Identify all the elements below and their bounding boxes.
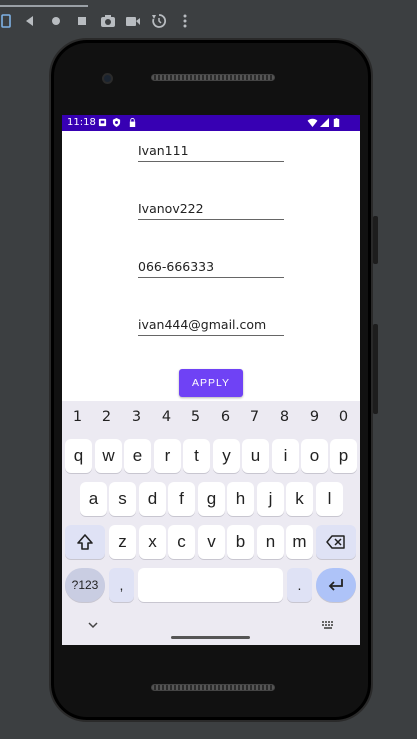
home-indicator[interactable]	[171, 636, 250, 639]
key-j[interactable]: j	[257, 482, 284, 516]
notification-icon	[98, 118, 107, 127]
key-l[interactable]: l	[316, 482, 343, 516]
keyboard-nav-bar	[62, 609, 360, 645]
toolbar-strip	[0, 5, 88, 7]
key-5[interactable]: 5	[181, 403, 210, 431]
keyboard-icon[interactable]	[321, 620, 335, 630]
key-y[interactable]: y	[213, 439, 240, 473]
key-2[interactable]: 2	[92, 403, 121, 431]
enter-icon	[328, 579, 343, 591]
phone-field[interactable]: 066-666333	[138, 258, 284, 278]
key-h[interactable]: h	[227, 482, 254, 516]
key-m[interactable]: m	[286, 525, 313, 559]
video-icon[interactable]	[125, 13, 141, 29]
key-7[interactable]: 7	[240, 403, 269, 431]
key-c[interactable]: c	[168, 525, 195, 559]
home-icon[interactable]	[48, 13, 64, 29]
key-1[interactable]: 1	[63, 403, 92, 431]
first-name-field[interactable]: Ivan111	[138, 142, 284, 162]
volume-button[interactable]	[373, 324, 378, 414]
camera-icon[interactable]	[100, 13, 116, 29]
battery-icon	[333, 118, 340, 127]
power-button[interactable]	[373, 216, 378, 264]
overview-icon[interactable]	[74, 13, 90, 29]
key-g[interactable]: g	[198, 482, 225, 516]
key-o[interactable]: o	[301, 439, 328, 473]
status-time: 11:18	[67, 117, 96, 128]
key-a[interactable]: a	[80, 482, 107, 516]
signal-icon	[320, 118, 329, 127]
shift-key[interactable]	[65, 525, 105, 559]
key-u[interactable]: u	[242, 439, 269, 473]
front-camera	[102, 73, 113, 84]
number-row: 1 2 3 4 5 6 7 8 9 0	[62, 403, 360, 431]
key-9[interactable]: 9	[300, 403, 329, 431]
key-w[interactable]: w	[95, 439, 122, 473]
key-0[interactable]: 0	[329, 403, 358, 431]
key-x[interactable]: x	[139, 525, 166, 559]
back-icon[interactable]	[22, 13, 38, 29]
last-name-field[interactable]: Ivanov222	[138, 200, 284, 220]
wifi-icon	[307, 118, 318, 127]
key-r[interactable]: r	[154, 439, 181, 473]
email-field[interactable]: ivan444@gmail.com	[138, 316, 284, 336]
space-key[interactable]	[138, 568, 283, 602]
key-v[interactable]: v	[198, 525, 225, 559]
status-bar: 11:18	[62, 115, 360, 131]
key-i[interactable]: i	[272, 439, 299, 473]
chevron-down-icon[interactable]	[87, 621, 99, 629]
key-s[interactable]: s	[109, 482, 136, 516]
symbols-key[interactable]: ?123	[65, 568, 105, 602]
shift-icon	[77, 534, 93, 550]
lock-icon	[129, 118, 136, 127]
device-frame-icon[interactable]	[0, 13, 16, 29]
key-6[interactable]: 6	[211, 403, 240, 431]
key-z[interactable]: z	[109, 525, 136, 559]
key-t[interactable]: t	[183, 439, 210, 473]
key-8[interactable]: 8	[270, 403, 299, 431]
key-f[interactable]: f	[168, 482, 195, 516]
key-b[interactable]: b	[227, 525, 254, 559]
backspace-icon	[326, 535, 345, 549]
apply-button[interactable]: APPLY	[179, 369, 243, 397]
period-key[interactable]: .	[287, 568, 312, 602]
backspace-key[interactable]	[316, 525, 356, 559]
key-e[interactable]: e	[124, 439, 151, 473]
phone-screen: 11:18 Ivan111 Ivanov222 066-666333 ivan4…	[62, 115, 360, 645]
soft-keyboard: 1 2 3 4 5 6 7 8 9 0 q w e r t y u i o p …	[62, 401, 360, 645]
key-n[interactable]: n	[257, 525, 284, 559]
key-3[interactable]: 3	[122, 403, 151, 431]
enter-key[interactable]	[316, 568, 356, 602]
shield-icon	[112, 118, 121, 127]
comma-key[interactable]: ,	[109, 568, 134, 602]
bottom-speaker	[151, 684, 275, 691]
emulator-toolbar	[0, 0, 417, 40]
top-speaker	[151, 74, 275, 81]
more-icon[interactable]	[177, 13, 193, 29]
key-d[interactable]: d	[139, 482, 166, 516]
key-k[interactable]: k	[286, 482, 313, 516]
rotate-icon[interactable]	[151, 13, 167, 29]
key-4[interactable]: 4	[152, 403, 181, 431]
key-q[interactable]: q	[65, 439, 92, 473]
key-p[interactable]: p	[330, 439, 357, 473]
